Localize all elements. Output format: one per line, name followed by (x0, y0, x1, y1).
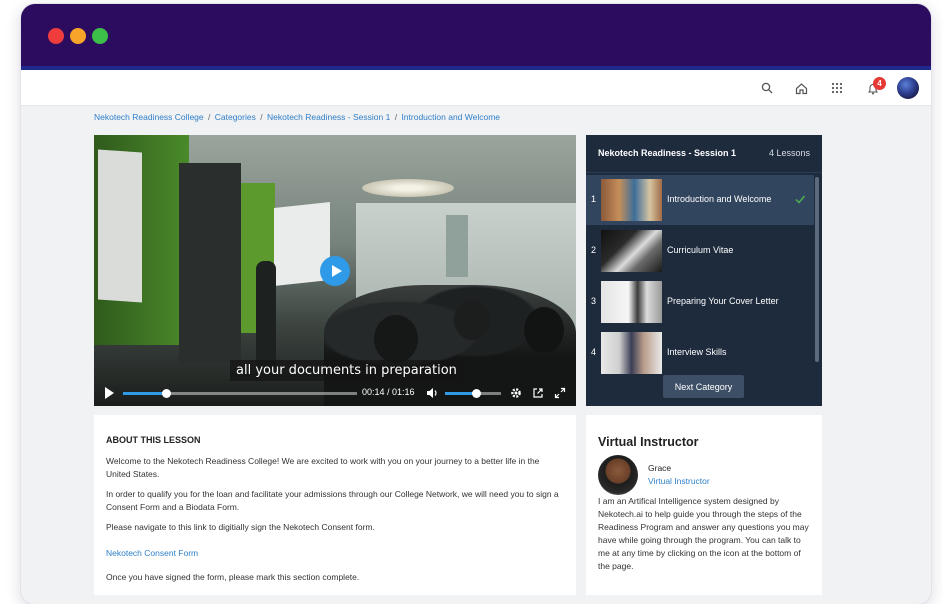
video-scene-head (454, 300, 490, 340)
video-controls: 00:14 / 01:16 (94, 381, 576, 406)
instructor-name: Grace (648, 463, 672, 473)
about-paragraph: Welcome to the Nekotech Readiness Colleg… (106, 456, 540, 479)
video-scene-light (362, 179, 454, 197)
about-lesson-card: ABOUT THIS LESSON Welcome to the Nekotec… (94, 415, 576, 595)
lesson-title: Preparing Your Cover Letter (667, 296, 779, 306)
browser-window: 4 Nekotech Readiness College / Categorie… (21, 4, 931, 604)
about-paragraph: Please navigate to this link to digitial… (106, 522, 375, 532)
instructor-role[interactable]: Virtual Instructor (648, 476, 710, 486)
lesson-item[interactable]: 3 Preparing Your Cover Letter (586, 277, 814, 327)
user-avatar[interactable] (897, 77, 919, 99)
lesson-thumbnail (601, 332, 662, 374)
fullscreen-icon[interactable] (553, 386, 567, 400)
video-scene-poster (446, 215, 468, 277)
lesson-item[interactable]: 4 Interview Skills (586, 328, 814, 378)
video-scene-head (524, 307, 564, 353)
lesson-title: Interview Skills (667, 347, 727, 357)
video-scene-head (374, 315, 418, 363)
progress-bar[interactable] (123, 389, 357, 398)
progress-knob[interactable] (162, 389, 172, 398)
next-category-button[interactable]: Next Category (663, 375, 744, 398)
notification-badge: 4 (873, 77, 886, 90)
breadcrumb-college[interactable]: Nekotech Readiness College (94, 112, 204, 122)
video-scene-door (179, 163, 241, 363)
breadcrumb: Nekotech Readiness College / Categories … (94, 112, 500, 122)
breadcrumb-lesson[interactable]: Introduction and Welcome (401, 112, 500, 122)
search-icon[interactable] (757, 78, 777, 98)
progress-fill (123, 392, 167, 395)
checkmark-icon (794, 192, 806, 204)
lesson-item[interactable]: 2 Curriculum Vitae (586, 226, 814, 276)
virtual-instructor-card: Virtual Instructor Grace Virtual Instruc… (586, 415, 822, 595)
play-overlay-button[interactable] (320, 256, 350, 286)
lessons-count: 4 Lessons (768, 148, 810, 158)
close-window-button[interactable] (48, 28, 64, 44)
home-icon[interactable] (791, 78, 811, 98)
lessons-header: Nekotech Readiness - Session 1 4 Lessons (586, 135, 822, 173)
top-navbar: 4 (21, 70, 931, 106)
lesson-item[interactable]: 1 Introduction and Welcome (586, 175, 814, 225)
breadcrumb-session[interactable]: Nekotech Readiness - Session 1 (267, 112, 390, 122)
consent-form-link[interactable]: Nekotech Consent Form (106, 548, 198, 558)
lesson-thumbnail (601, 179, 662, 221)
popout-icon[interactable] (531, 386, 545, 400)
lessons-scrollbar[interactable] (815, 177, 819, 362)
breadcrumb-separator: / (394, 112, 398, 122)
maximize-window-button[interactable] (92, 28, 108, 44)
lesson-number: 1 (591, 194, 597, 204)
breadcrumb-separator: / (208, 112, 211, 122)
lesson-thumbnail (601, 281, 662, 323)
lesson-title: Introduction and Welcome (667, 194, 772, 204)
play-icon (331, 265, 342, 277)
title-bar (21, 4, 931, 66)
apps-grid-icon[interactable] (827, 78, 847, 98)
volume-icon[interactable] (425, 386, 439, 400)
minimize-window-button[interactable] (70, 28, 86, 44)
instructor-bio: I am an Artifical Intelligence system de… (598, 496, 809, 571)
video-caption: all your documents in preparation (230, 360, 463, 381)
volume-slider[interactable] (445, 389, 501, 398)
session-title: Nekotech Readiness - Session 1 (598, 148, 737, 158)
lesson-number: 4 (591, 347, 597, 357)
video-scene-speaker (256, 261, 276, 371)
video-player[interactable]: all your documents in preparation 00:14 … (94, 135, 576, 406)
video-scene-screen (98, 149, 142, 303)
volume-knob[interactable] (471, 389, 481, 398)
breadcrumb-categories[interactable]: Categories (215, 112, 256, 122)
instructor-avatar[interactable] (598, 455, 638, 495)
instructor-title: Virtual Instructor (598, 435, 699, 449)
lesson-number: 2 (591, 245, 597, 255)
lesson-title: Curriculum Vitae (667, 245, 734, 255)
about-paragraph: Once you have signed the form, please ma… (106, 572, 360, 582)
about-title: ABOUT THIS LESSON (106, 435, 201, 445)
lessons-panel: Nekotech Readiness - Session 1 4 Lessons… (586, 135, 822, 406)
video-time: 00:14 / 01:16 (362, 387, 415, 397)
breadcrumb-separator: / (260, 112, 263, 122)
play-button[interactable] (105, 387, 114, 399)
lesson-thumbnail (601, 230, 662, 272)
settings-gear-icon[interactable] (509, 386, 523, 400)
lesson-number: 3 (591, 296, 597, 306)
about-paragraph: In order to qualify you for the loan and… (106, 489, 559, 512)
